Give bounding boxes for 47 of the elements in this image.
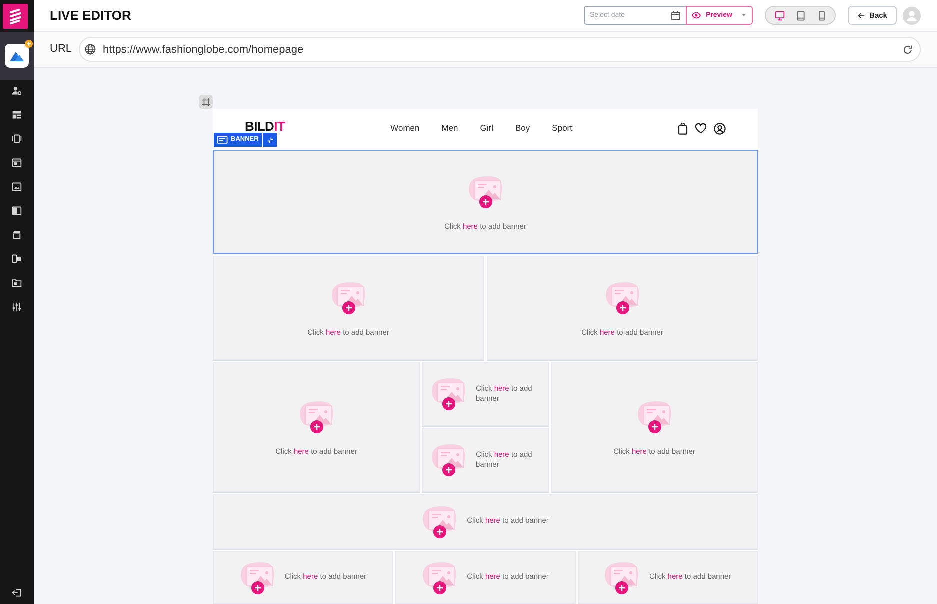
add-image-icon[interactable] <box>468 175 504 210</box>
collapse-button[interactable] <box>263 133 277 147</box>
url-field[interactable]: https://www.fashionglobe.com/homepage <box>79 37 921 62</box>
heart-icon[interactable] <box>695 123 707 134</box>
nav-link[interactable]: Boy <box>516 122 530 135</box>
site-logo: BILDIT <box>245 120 286 132</box>
add-image-icon[interactable] <box>330 281 366 316</box>
page-title: LIVE EDITOR <box>50 6 132 25</box>
arrow-left-icon <box>858 12 865 18</box>
add-image-icon[interactable] <box>431 443 467 477</box>
add-image-icon[interactable] <box>604 281 640 316</box>
split-panel-icon[interactable] <box>12 206 22 216</box>
app-icon[interactable] <box>5 44 29 68</box>
frame-tool-button[interactable] <box>199 95 213 109</box>
calendar-icon[interactable] <box>671 10 681 20</box>
add-image-icon[interactable] <box>240 560 276 594</box>
user-icon[interactable] <box>714 122 726 134</box>
carousel-icon[interactable] <box>12 134 22 144</box>
window-icon[interactable] <box>12 158 22 168</box>
caret-icon <box>742 14 746 17</box>
panels-icon[interactable] <box>12 254 22 264</box>
nav-link[interactable]: Girl <box>480 122 494 135</box>
frame-icon <box>202 98 210 106</box>
shopping-bag-icon[interactable] <box>678 122 688 134</box>
box-icon[interactable] <box>12 230 22 240</box>
layout-icon[interactable] <box>12 110 22 120</box>
collapse-icon <box>266 136 274 144</box>
add-image-icon[interactable] <box>636 400 672 434</box>
folder-icon[interactable] <box>12 278 22 288</box>
add-image-icon[interactable] <box>422 504 458 538</box>
globe-icon <box>85 44 96 55</box>
eye-icon <box>692 12 701 19</box>
nav-link[interactable]: Men <box>442 122 458 135</box>
url-label: URL <box>50 42 72 58</box>
add-image-icon[interactable] <box>422 560 458 594</box>
add-image-icon[interactable] <box>298 400 334 434</box>
logo-icon[interactable] <box>3 4 28 28</box>
logout-icon[interactable] <box>12 588 22 598</box>
nav-link[interactable]: Women <box>390 122 420 135</box>
add-image-icon[interactable] <box>604 560 640 594</box>
person-badge-icon[interactable] <box>12 86 22 96</box>
refresh-icon[interactable] <box>903 44 913 54</box>
add-image-icon[interactable] <box>431 377 467 411</box>
sliders-icon[interactable] <box>12 302 22 312</box>
card-icon <box>217 136 228 144</box>
nav-link[interactable]: Sport <box>552 122 572 135</box>
image-icon[interactable] <box>12 182 22 192</box>
